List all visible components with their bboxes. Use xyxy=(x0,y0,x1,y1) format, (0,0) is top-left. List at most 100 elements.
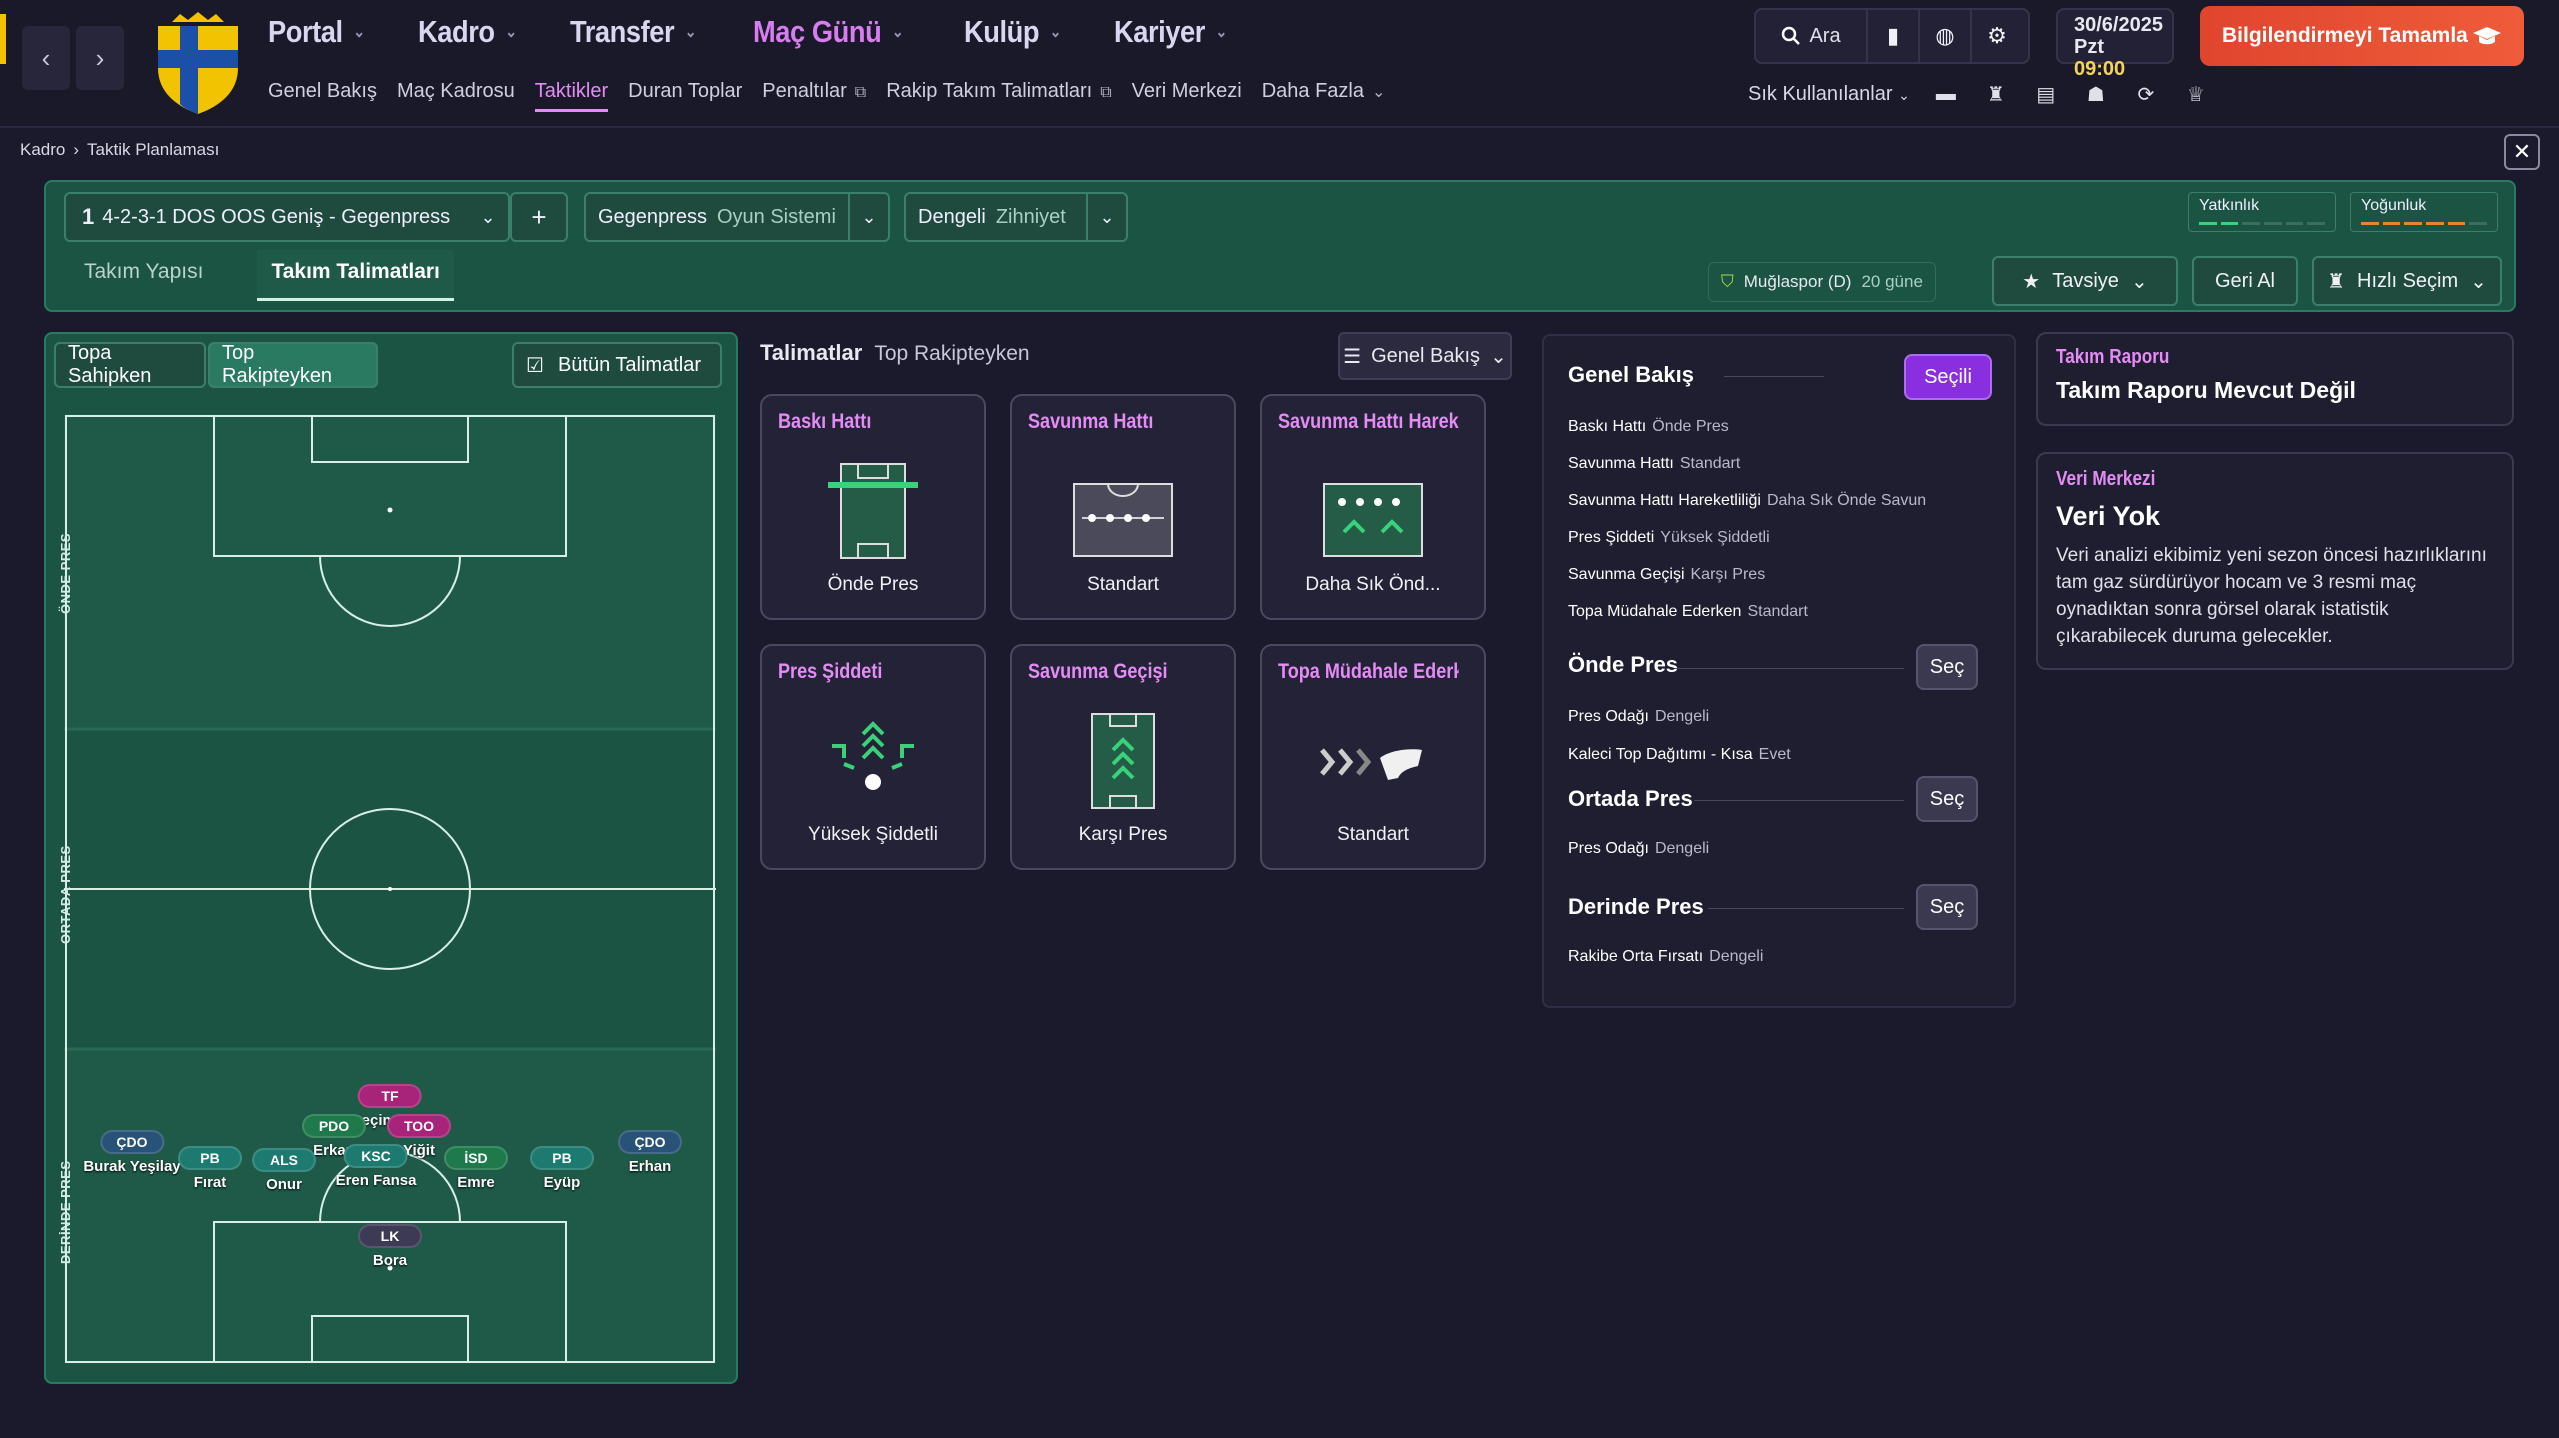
familiarity-meter[interactable]: Yatkınlık xyxy=(2188,192,2336,232)
back-button[interactable]: ‹ xyxy=(22,26,70,90)
shirt-icon[interactable]: ♜ xyxy=(1982,82,2010,107)
subnav-item-2[interactable]: Taktikler xyxy=(534,80,609,112)
card-pressing-intensity[interactable]: Pres Şiddeti Yüksek Şiddetli xyxy=(760,644,986,870)
player-name: Burak Yeşilay xyxy=(83,1158,181,1175)
bookmark-icon: ▮ xyxy=(1886,23,1900,48)
row-key: Savunma Geçişi xyxy=(1568,566,1685,583)
tab-team-shape[interactable]: Takım Yapısı xyxy=(70,250,217,301)
advice-button[interactable]: ★ Tavsiye ⌄ xyxy=(1992,256,2178,306)
continue-button[interactable]: Bilgilendirmeyi Tamamla xyxy=(2200,6,2524,66)
nav-item-5[interactable]: Kariyer ⌄ xyxy=(1114,14,1227,50)
bookmark-button[interactable]: ▮ xyxy=(1866,10,1918,62)
nav-item-2[interactable]: Transfer ⌄ xyxy=(570,14,696,50)
select-button-high-press[interactable]: Seç xyxy=(1916,644,1978,690)
nav-item-0[interactable]: Portal ⌄ xyxy=(268,14,365,50)
card-value: Standart xyxy=(1087,574,1159,595)
formation-name: 4-2-3-1 DOS OOS Geniş - Gegenpress xyxy=(102,205,451,228)
favorites-dropdown[interactable]: Sık Kullanılanlar ⌄ xyxy=(1748,83,1910,106)
breadcrumb-current: Taktik Planlaması xyxy=(87,140,220,159)
system-dropdown[interactable]: Gegenpress Oyun Sistemi ⌄ xyxy=(584,192,890,242)
row-value: Dengeli xyxy=(1654,708,1710,725)
subnav-item-7[interactable]: Daha Fazla ⌄ xyxy=(1262,80,1386,112)
all-instructions-button[interactable]: ☑ Bütün Talimatlar xyxy=(512,342,722,388)
team-report-panel[interactable]: Takım Raporu Takım Raporu Mevcut Değil xyxy=(2036,332,2514,426)
select-button-mid-press[interactable]: Seç xyxy=(1916,776,1978,822)
search-icon xyxy=(1782,26,1801,45)
player-marker[interactable]: ÇDO Burak Yeşilay xyxy=(83,1130,181,1175)
add-tactic-button[interactable]: + xyxy=(510,192,568,242)
subnav-item-1[interactable]: Maç Kadrosu xyxy=(397,80,515,112)
nav-item-4[interactable]: Kulüp ⌄ xyxy=(964,14,1061,50)
player-name: Onur xyxy=(266,1176,302,1193)
trophy-icon[interactable]: ♕ xyxy=(2182,82,2210,107)
subnav-item-0[interactable]: Genel Bakış xyxy=(268,80,377,112)
player-position-badge: ÇDO xyxy=(99,1130,164,1154)
player-position-badge: ALS xyxy=(252,1148,316,1172)
subnav-label: Genel Bakış xyxy=(268,80,377,102)
subnav-item-5[interactable]: Rakip Takım Talimatları ⧉ xyxy=(886,80,1111,112)
chevron-left-icon: ‹ xyxy=(41,42,51,73)
card-defensive-line[interactable]: Savunma Hattı Standart xyxy=(1010,394,1236,620)
undo-button[interactable]: Geri Al xyxy=(2192,256,2298,306)
breadcrumb-parent[interactable]: Kadro xyxy=(20,140,65,160)
player-marker[interactable]: İSD Emre xyxy=(444,1146,508,1191)
player-position-badge: PDO xyxy=(302,1114,366,1138)
defensive-line-icon xyxy=(1073,483,1173,557)
sub-menu: Genel Bakış Maç Kadrosu Taktikler Duran Top… xyxy=(268,80,1385,112)
step-up-icon xyxy=(1323,483,1423,557)
subnav-label: Maç Kadrosu xyxy=(396,80,515,102)
settings-button[interactable]: ⚙ xyxy=(1970,10,2022,62)
quick-pick-button[interactable]: ♜ Hızlı Seçim ⌄ xyxy=(2312,256,2502,306)
people-icon[interactable]: ☗ xyxy=(2082,82,2110,107)
close-button[interactable]: ✕ xyxy=(2504,134,2540,170)
clipboard-icon[interactable]: ▤ xyxy=(2032,82,2060,107)
in-possession-toggle[interactable]: Topa Sahipken xyxy=(54,342,206,388)
mentality-dropdown[interactable]: Dengeli Zihniyet ⌄ xyxy=(904,192,1128,242)
nav-item-3[interactable]: Maç Günü ⌄ xyxy=(753,14,904,50)
chevron-down-icon: ⌄ xyxy=(1049,24,1061,41)
accent-strip xyxy=(0,14,6,64)
select-button-low-press[interactable]: Seç xyxy=(1916,884,1978,930)
row-key: Rakibe Orta Fırsatı xyxy=(1568,948,1704,965)
system-value: Gegenpress xyxy=(598,205,707,228)
globe-button[interactable]: ◍ xyxy=(1918,10,1970,62)
subnav-item-6[interactable]: Veri Merkezi xyxy=(1132,80,1242,112)
row-value: Standart xyxy=(1747,603,1808,620)
chevron-down-icon: ⌄ xyxy=(2130,270,2148,293)
card-tackling[interactable]: Topa Müdahale Ederken Standart xyxy=(1260,644,1486,870)
out-of-possession-toggle[interactable]: Top Rakipteyken xyxy=(208,342,378,388)
player-marker[interactable]: ÇDO Erhan xyxy=(618,1130,682,1175)
forward-button[interactable]: › xyxy=(76,26,124,90)
chat-icon[interactable]: ▬ xyxy=(1932,83,1960,106)
data-hub-panel[interactable]: Veri Merkezi Veri Yok Veri analizi ekibi… xyxy=(2036,452,2514,670)
refresh-icon[interactable]: ⟳ xyxy=(2132,82,2160,107)
nav-item-1[interactable]: Kadro ⌄ xyxy=(418,14,517,50)
mentality-label: Zihniyet xyxy=(995,205,1066,228)
tab-team-instructions[interactable]: Takım Talimatları xyxy=(257,250,454,301)
card-defensive-transition[interactable]: Savunma Geçişi Karşı Pres xyxy=(1010,644,1236,870)
close-icon: ✕ xyxy=(2512,139,2532,164)
player-marker[interactable]: PB Fırat xyxy=(178,1146,242,1191)
tackle-icon xyxy=(1320,748,1422,780)
intensity-meter[interactable]: Yoğunluk xyxy=(2350,192,2498,232)
search-button[interactable]: Ara xyxy=(1756,25,1866,48)
player-marker[interactable]: PB Eyüp xyxy=(530,1146,594,1191)
card-line-of-engagement[interactable]: Baskı Hattı Önde Pres xyxy=(760,394,986,620)
next-opponent[interactable]: ⛉ Muğlaspor (D) 20 güne xyxy=(1708,262,1936,302)
overview-row: Savunma Hattı Hareketliliği Daha Sık Önde… xyxy=(1568,492,1926,510)
player-marker[interactable]: KSC Eren Fansa xyxy=(336,1144,416,1189)
select-label: Seç xyxy=(1929,895,1965,918)
selected-button[interactable]: Seçili xyxy=(1904,354,1992,400)
favorites-bar: Sık Kullanılanlar ⌄ ▬ ♜ ▤ ☗ ⟳ ♕ xyxy=(1748,82,2210,107)
club-crest-logo xyxy=(158,12,238,114)
formation-dropdown[interactable]: 1 4-2-3-1 DOS OOS Geniş - Gegenpress ⌄ xyxy=(64,192,510,242)
subnav-item-4[interactable]: Penaltılar ⧉ xyxy=(762,80,866,112)
player-marker[interactable]: LK Bora xyxy=(358,1224,422,1269)
card-line-mobility[interactable]: Savunma Hattı Hareketliliği Daha Sık Önd… xyxy=(1260,394,1486,620)
player-marker[interactable]: ALS Onur xyxy=(252,1148,316,1193)
subnav-item-3[interactable]: Duran Toplar xyxy=(628,80,742,112)
overview-panel: Genel Bakış Seçili Baskı Hattı Önde Pres S… xyxy=(1542,334,2016,1008)
player-position-badge: ÇDO xyxy=(618,1130,682,1154)
row-key: Pres Şiddeti xyxy=(1568,529,1655,546)
view-dropdown[interactable]: ☰ Genel Bakış ⌄ xyxy=(1338,332,1512,380)
